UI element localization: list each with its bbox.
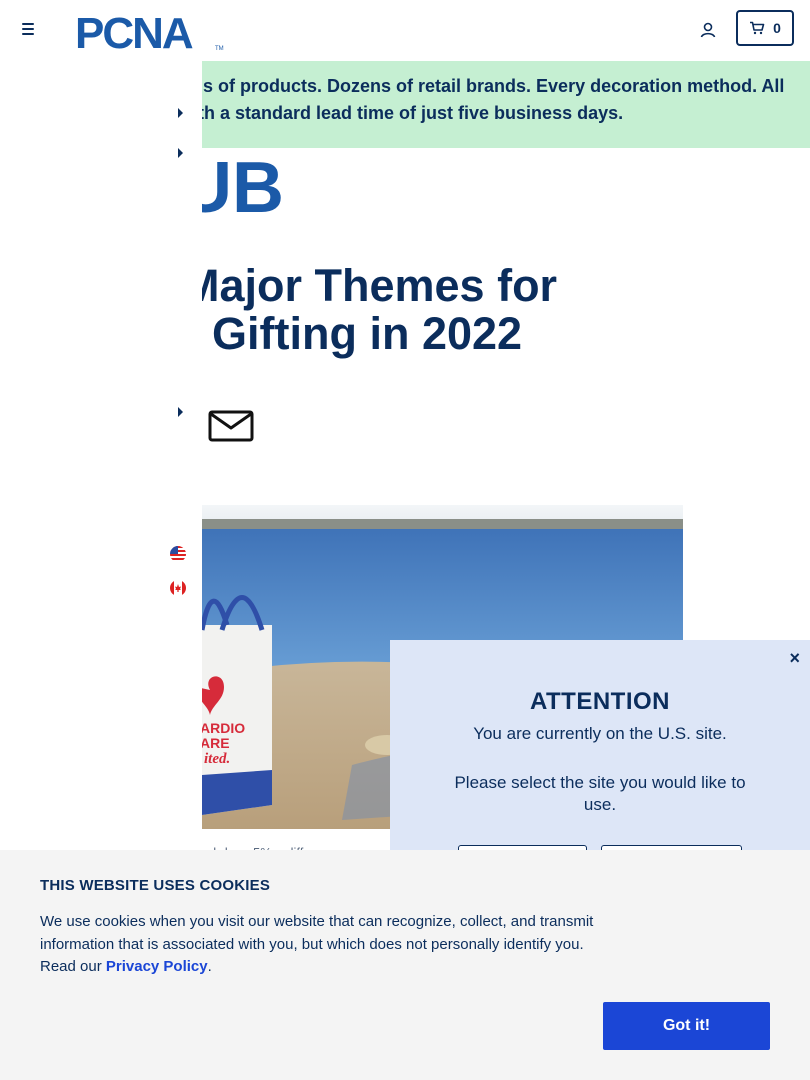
modal-instruction: Please select the site you would like to…: [454, 773, 746, 814]
nav-drawer: [0, 60, 202, 850]
modal-title: ATTENTION: [529, 688, 671, 715]
got-it-button[interactable]: Got it!: [603, 1002, 770, 1050]
us-flag-icon[interactable]: [170, 546, 186, 562]
cookie-title: THIS WEBSITE USES COOKIES: [40, 877, 271, 894]
cookie-body: We use cookies when you visit our websit…: [40, 911, 610, 979]
article-headline: Major Themes for r Gifting in 2022: [202, 262, 622, 372]
pcna-logo[interactable]: PCNA TM: [75, 8, 225, 54]
canada-flag-icon[interactable]: [170, 580, 186, 596]
cookie-period: .: [207, 958, 212, 975]
svg-text:TM: TM: [215, 46, 224, 52]
nav-caret-2[interactable]: [178, 148, 183, 158]
svg-text:ARE: ARE: [202, 735, 230, 751]
svg-text:UB: UB: [202, 152, 284, 216]
headline-line-1: Major Themes for: [202, 262, 558, 311]
user-icon[interactable]: [698, 20, 718, 40]
hub-logo: UB: [202, 152, 284, 216]
svg-text:PCNA: PCNA: [75, 9, 193, 54]
mail-icon[interactable]: [208, 410, 254, 442]
cart-button[interactable]: 0: [736, 10, 794, 46]
site-header: PCNA TM 0: [0, 0, 810, 60]
close-icon[interactable]: ×: [789, 648, 800, 669]
cart-count: 0: [773, 20, 781, 36]
nav-caret-3[interactable]: [178, 407, 183, 417]
banner-line-2: th a standard lead time of just five bus…: [202, 103, 624, 123]
nav-caret-1[interactable]: [178, 108, 183, 118]
svg-text:ARDIO: ARDIO: [202, 720, 245, 736]
modal-current-site: You are currently on the U.S. site.: [473, 724, 727, 743]
cart-icon: [750, 21, 765, 35]
banner-line-1: ls of products. Dozens of retail brands.…: [202, 76, 785, 96]
promo-banner: ls of products. Dozens of retail brands.…: [202, 61, 810, 148]
svg-text:ited.: ited.: [204, 751, 230, 767]
menu-icon[interactable]: [18, 20, 38, 40]
cookie-banner: THIS WEBSITE USES COOKIES We use cookies…: [0, 850, 810, 1080]
privacy-policy-link[interactable]: Privacy Policy: [106, 958, 208, 975]
headline-line-2: r Gifting in 2022: [202, 308, 523, 359]
